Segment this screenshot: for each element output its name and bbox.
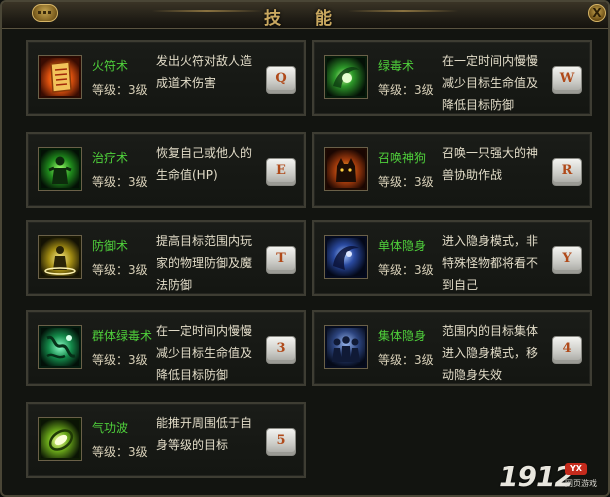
- skill-description: 召唤一只强大的神兽协助作战: [442, 146, 539, 182]
- hotkey-button[interactable]: R: [552, 158, 582, 186]
- qigong-wave-icon[interactable]: [38, 417, 82, 461]
- hotkey-button[interactable]: Y: [552, 246, 582, 274]
- close-button[interactable]: X: [588, 4, 606, 22]
- green-poison-icon[interactable]: [324, 55, 368, 99]
- skill-level: 等级：3级: [92, 175, 148, 189]
- skill-level: 等级：3级: [92, 83, 148, 97]
- skill-card-fire-talisman[interactable]: 火符术 等级：3级 发出火符对敌人造成道术伤害 Q: [26, 40, 306, 116]
- skill-card-green-poison[interactable]: 绿毒术 等级：3级 在一定时间内慢慢减少目标生命值及降低目标防御 W: [312, 40, 592, 116]
- skill-level: 等级：3级: [92, 445, 148, 459]
- single-stealth-icon[interactable]: [324, 235, 368, 279]
- group-stealth-icon[interactable]: [324, 325, 368, 369]
- window-title: 技 能: [264, 9, 346, 29]
- skill-name: 召唤神狗: [378, 151, 427, 165]
- hotkey-button[interactable]: E: [266, 158, 296, 186]
- title-ornament-right: [348, 10, 458, 12]
- skill-name: 群体绿毒术: [92, 329, 153, 343]
- skill-name: 防御术: [92, 239, 129, 253]
- skill-description: 能推开周围低于自身等级的目标: [156, 416, 253, 452]
- hotkey-button[interactable]: Q: [266, 66, 296, 94]
- skill-description: 恢复自己或他人的生命值(HP): [156, 146, 253, 182]
- skill-description: 范围内的目标集体进入隐身模式，移动隐身失效: [442, 324, 539, 382]
- skill-description: 发出火符对敌人造成道术伤害: [156, 54, 253, 90]
- skill-card-group-poison[interactable]: 群体绿毒术 等级：3级 在一定时间内慢慢减少目标生命值及降低目标防御 3: [26, 310, 306, 386]
- skill-description: 在一定时间内慢慢减少目标生命值及降低目标防御: [442, 54, 539, 112]
- site-watermark-logo: 1912 YX 网页游戏: [499, 460, 608, 495]
- skill-level: 等级：3级: [378, 263, 434, 277]
- skill-card-group-stealth[interactable]: 集体隐身 等级：3级 范围内的目标集体进入隐身模式，移动隐身失效 4: [312, 310, 592, 386]
- skill-name: 绿毒术: [378, 59, 415, 73]
- skill-description: 进入隐身模式，非特殊怪物都将看不到自己: [442, 234, 539, 292]
- skill-level: 等级：3级: [378, 353, 434, 367]
- defense-icon[interactable]: [38, 235, 82, 279]
- skill-grid: 火符术 等级：3级 发出火符对敌人造成道术伤害 Q 绿毒术 等级：3级 在一定时…: [26, 40, 592, 480]
- skill-level: 等级：3级: [378, 83, 434, 97]
- group-poison-icon[interactable]: [38, 325, 82, 369]
- skill-name: 气功波: [92, 421, 129, 435]
- hotkey-button[interactable]: 5: [266, 428, 296, 456]
- skill-card-single-stealth[interactable]: 单体隐身 等级：3级 进入隐身模式，非特殊怪物都将看不到自己 Y: [312, 220, 592, 296]
- skill-card-defense[interactable]: 防御术 等级：3级 提高目标范围内玩家的物理防御及魔法防御 T: [26, 220, 306, 296]
- watermark-subtitle: 网页游戏: [565, 479, 597, 488]
- skill-card-qigong-wave[interactable]: 气功波 等级：3级 能推开周围低于自身等级的目标 5: [26, 402, 306, 478]
- skill-card-summon-dog[interactable]: 召唤神狗 等级：3级 召唤一只强大的神兽协助作战 R: [312, 132, 592, 208]
- skill-card-healing[interactable]: 治疗术 等级：3级 恢复自己或他人的生命值(HP) E: [26, 132, 306, 208]
- hotkey-button[interactable]: T: [266, 246, 296, 274]
- skill-name: 单体隐身: [378, 239, 427, 253]
- hotkey-button[interactable]: W: [552, 66, 582, 94]
- skill-description: 在一定时间内慢慢减少目标生命值及降低目标防御: [156, 324, 253, 382]
- title-bar: 技 能 X: [2, 2, 608, 29]
- skill-description: 提高目标范围内玩家的物理防御及魔法防御: [156, 234, 253, 292]
- skill-name: 治疗术: [92, 151, 129, 165]
- skills-window: 技 能 X 火符术 等级：3级 发出火符对敌人造成道术伤害 Q 绿毒术 等级：3…: [0, 0, 610, 497]
- hotkey-button[interactable]: 4: [552, 336, 582, 364]
- healing-icon[interactable]: [38, 147, 82, 191]
- summon-dog-icon[interactable]: [324, 147, 368, 191]
- hotkey-button[interactable]: 3: [266, 336, 296, 364]
- skill-name: 集体隐身: [378, 329, 427, 343]
- skill-level: 等级：3级: [92, 263, 148, 277]
- skill-level: 等级：3级: [92, 353, 148, 367]
- fire-talisman-icon[interactable]: [38, 55, 82, 99]
- skill-name: 火符术: [92, 59, 129, 73]
- watermark-badge: YX: [565, 463, 587, 475]
- watermark-text: 1912: [499, 460, 574, 493]
- skill-level: 等级：3级: [378, 175, 434, 189]
